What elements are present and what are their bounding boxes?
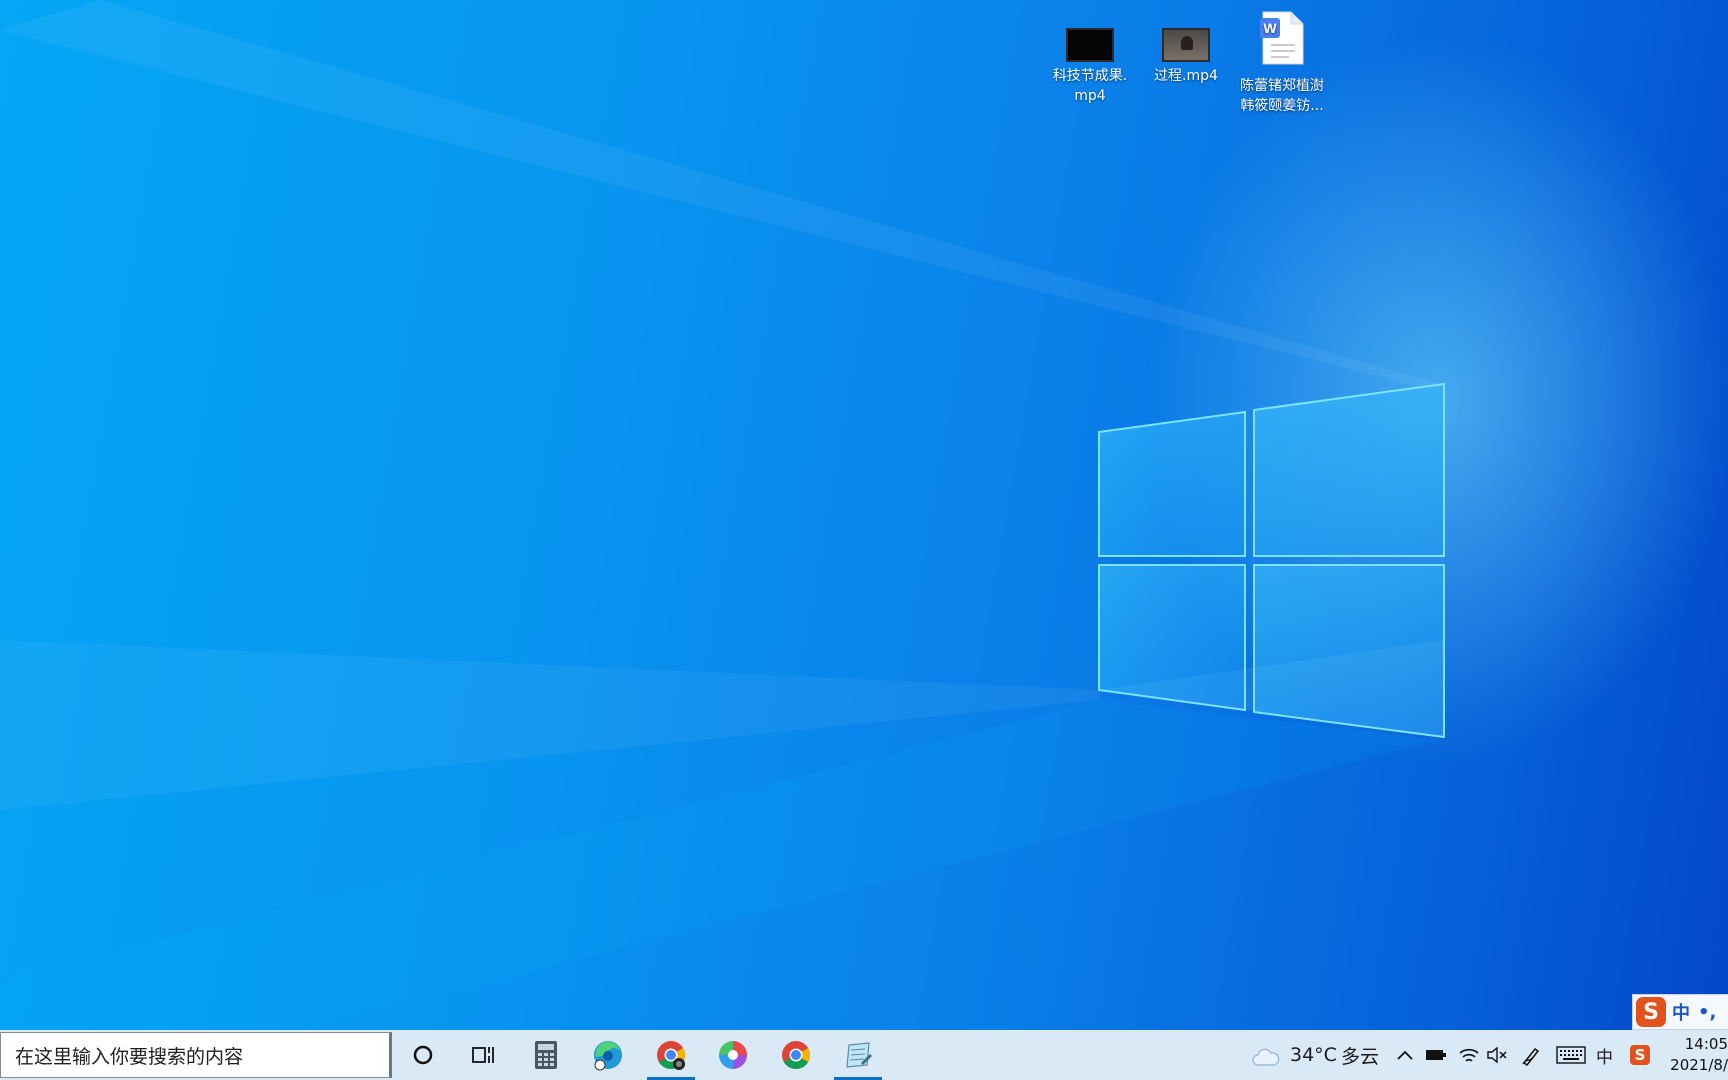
- network-button[interactable]: [1458, 1042, 1480, 1068]
- cortana-button[interactable]: [395, 1030, 451, 1080]
- taskbar-clock[interactable]: 14:05 2021/8/: [1668, 1034, 1728, 1076]
- desktop-icon-document[interactable]: W 陈蕾锗郑植澍韩筱颐姜钫...: [1234, 10, 1330, 116]
- pinwheel-icon: [719, 1041, 747, 1069]
- taskbar-app-chrome[interactable]: [768, 1030, 824, 1080]
- desktop-icon-video-1[interactable]: 科技节成果.mp4: [1042, 18, 1138, 106]
- notepad-icon: [846, 1042, 872, 1068]
- weather-widget[interactable]: [1252, 1044, 1280, 1070]
- wps-word-document-icon: W: [1260, 11, 1304, 65]
- pen-workspace-button[interactable]: [1520, 1042, 1542, 1068]
- desktop: 科技节成果.mp4 过程.mp4 W 陈蕾锗郑植澍韩筱颐姜钫... S 中 •,: [0, 0, 1728, 1030]
- video-thumbnail-icon: [1066, 28, 1114, 62]
- chrome-icon: [782, 1041, 810, 1069]
- pen-icon: [1522, 1047, 1540, 1066]
- cortana-circle-icon: [413, 1045, 433, 1065]
- taskbar-app-chrome-profile[interactable]: [643, 1030, 699, 1080]
- desktop-icon-label: 陈蕾锗郑植澍韩筱颐姜钫...: [1240, 78, 1324, 114]
- taskbar-app-notes[interactable]: [830, 1030, 886, 1080]
- desktop-icon-video-2[interactable]: 过程.mp4: [1138, 18, 1234, 86]
- show-hidden-icons-button[interactable]: [1396, 1042, 1414, 1068]
- weather-condition[interactable]: 多云: [1341, 1030, 1379, 1080]
- weather-temp[interactable]: 34°C: [1290, 1030, 1337, 1080]
- sogou-tray-button[interactable]: S: [1630, 1042, 1650, 1068]
- volume-button[interactable]: [1486, 1042, 1508, 1068]
- task-view-button[interactable]: [455, 1030, 511, 1080]
- battery-button[interactable]: [1425, 1042, 1447, 1068]
- desktop-icon-label: 过程.mp4: [1154, 68, 1218, 84]
- chevron-up-icon: [1397, 1050, 1413, 1060]
- sogou-tray-icon: S: [1630, 1045, 1650, 1065]
- edge-icon: [594, 1041, 622, 1071]
- ime-language-toggle[interactable]: 中: [1672, 999, 1690, 1025]
- volume-muted-icon: [1487, 1046, 1507, 1064]
- ime-toolbar[interactable]: S 中 •,: [1632, 994, 1728, 1030]
- clock-time: 14:05: [1684, 1035, 1728, 1053]
- sogou-ime-icon[interactable]: S: [1636, 997, 1666, 1027]
- wifi-icon: [1459, 1048, 1479, 1062]
- video-thumbnail-icon: [1162, 28, 1210, 62]
- windows-logo-wallpaper: [0, 0, 1445, 1030]
- touch-keyboard-button[interactable]: [1556, 1042, 1586, 1068]
- weather-temp-text: 34°C: [1290, 1044, 1337, 1066]
- cloud-icon: [1252, 1048, 1280, 1066]
- taskbar-app-calculator[interactable]: [518, 1030, 574, 1080]
- input-language-indicator[interactable]: 中: [1596, 1030, 1613, 1080]
- taskbar-search-box[interactable]: 在这里输入你要搜索的内容: [0, 1032, 392, 1078]
- calculator-icon: [535, 1041, 557, 1069]
- search-placeholder: 在这里输入你要搜索的内容: [15, 1045, 244, 1068]
- weather-condition-text: 多云: [1341, 1045, 1380, 1068]
- input-language-text: 中: [1596, 1047, 1613, 1068]
- chrome-icon: [657, 1041, 685, 1070]
- desktop-icon-label: 科技节成果.mp4: [1052, 68, 1128, 104]
- taskbar: 在这里输入你要搜索的内容 34°C 多云 中 S 14:05 2021/8/: [0, 1030, 1728, 1080]
- ime-punctuation-toggle[interactable]: •,: [1698, 1002, 1716, 1023]
- battery-icon: [1426, 1050, 1446, 1060]
- taskbar-app-edge[interactable]: [580, 1030, 636, 1080]
- clock-date: 2021/8/: [1670, 1056, 1728, 1074]
- taskbar-app-photos[interactable]: [705, 1030, 761, 1080]
- keyboard-icon: [1556, 1046, 1586, 1064]
- task-view-icon: [472, 1047, 494, 1063]
- svg-text:W: W: [1263, 20, 1277, 36]
